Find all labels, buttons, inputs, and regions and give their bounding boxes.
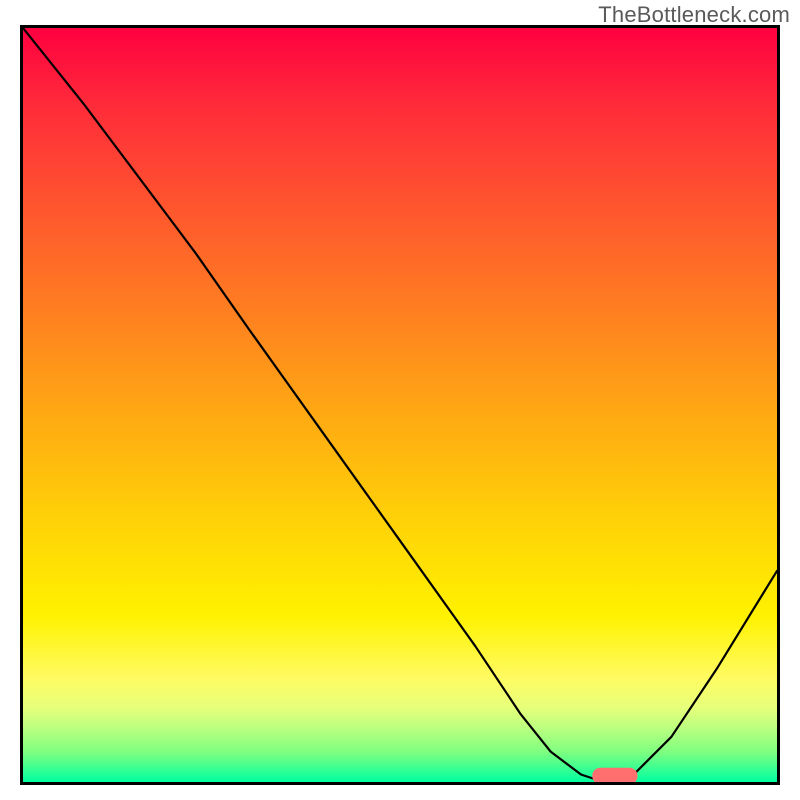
plot-frame: [20, 25, 780, 785]
chart-stage: TheBottleneck.com: [0, 0, 800, 800]
chart-overlay: [23, 28, 777, 782]
bottleneck-curve: [23, 28, 777, 782]
optimal-marker: [592, 768, 637, 782]
